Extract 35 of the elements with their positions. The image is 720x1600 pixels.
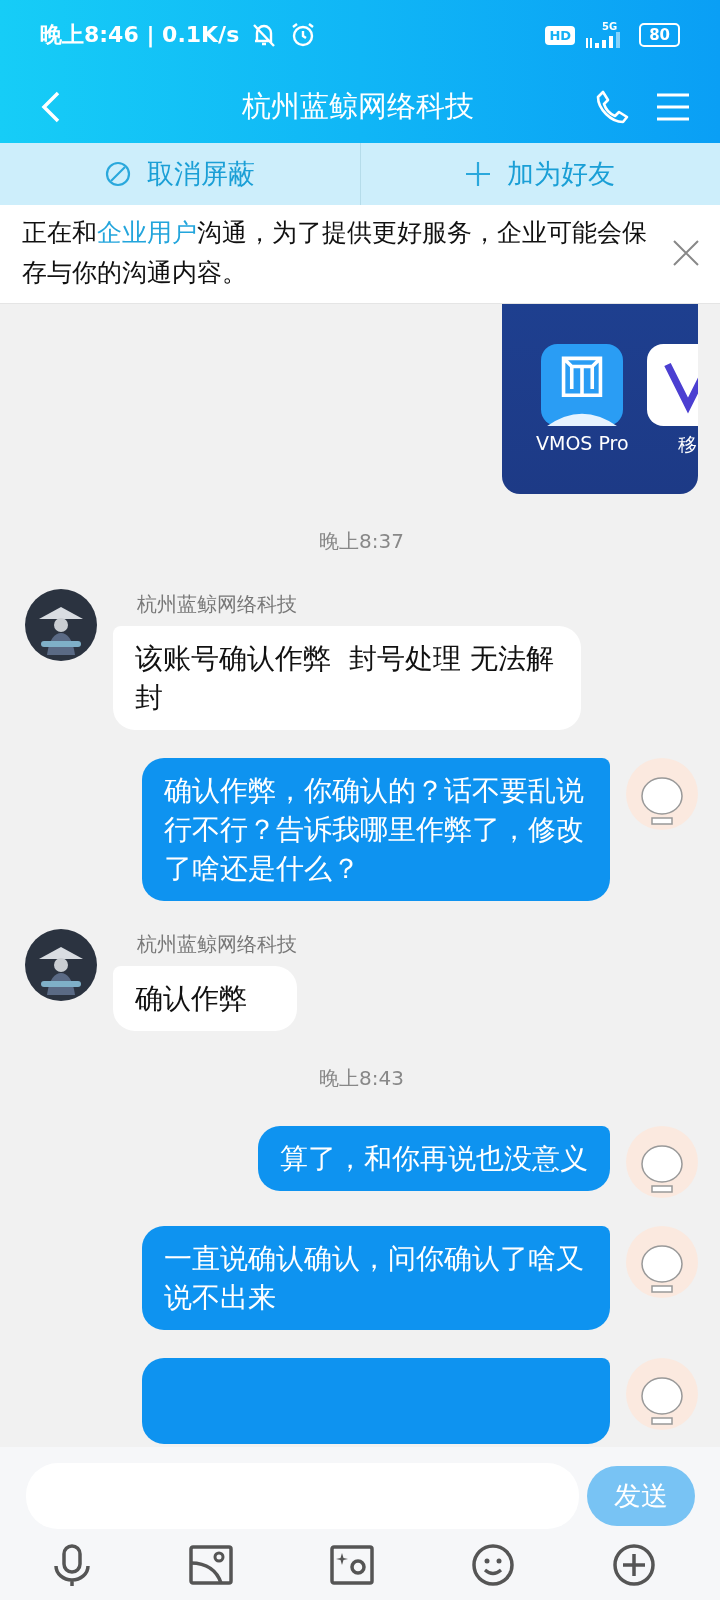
message-bubble: 一直说确认确认，问你确认了啥又说不出来 <box>142 1226 610 1330</box>
menu-icon[interactable] <box>656 91 690 122</box>
message-bubble: 确认作弊，你确认的？话不要乱说行不行？告诉我哪里作弊了，修改了啥还是什么？ <box>142 758 610 901</box>
image-icon[interactable] <box>189 1544 233 1585</box>
app-label: 移 <box>678 432 698 457</box>
back-icon[interactable] <box>40 89 62 124</box>
hd-badge: HD <box>545 25 576 45</box>
emoji-icon[interactable] <box>471 1542 515 1587</box>
camera-icon[interactable] <box>330 1544 374 1585</box>
add-icon[interactable] <box>612 1542 656 1587</box>
enterprise-user-link[interactable]: 企业用户 <box>97 218 197 247</box>
app-icon <box>541 344 624 426</box>
network-label: 5G <box>601 22 618 32</box>
sender-name: 杭州蓝鲸网络科技 <box>137 591 298 618</box>
send-button[interactable]: 发送 <box>587 1466 695 1526</box>
timestamp: 晚上8:37 <box>319 528 404 555</box>
message-bubble: 算了，和你再说也没意义 <box>258 1126 610 1191</box>
status-time: 晚上8:46 | 0.1K/s <box>40 21 240 50</box>
phone-icon[interactable] <box>594 88 630 125</box>
chat-title: 杭州蓝鲸网络科技 <box>241 87 475 125</box>
screenshot-image[interactable]: VMOS Pro 移 <box>502 304 698 494</box>
app-label: VMOS Pro <box>536 432 629 454</box>
message-bubble: 确认作弊 <box>113 966 297 1031</box>
microphone-icon[interactable] <box>52 1543 92 1586</box>
sender-name: 杭州蓝鲸网络科技 <box>137 931 297 958</box>
close-icon[interactable] <box>672 239 700 267</box>
notice-text: 正在和企业用户沟通，为了提供更好服务，企业可能会保存与你的沟通内容。 <box>22 217 648 289</box>
battery-indicator: 80 <box>639 23 680 47</box>
avatar[interactable] <box>25 589 97 661</box>
message-bubble: 该账号确认作弊 封号处理 无法解封 <box>113 626 581 730</box>
unblock-button[interactable]: 取消屏蔽 <box>0 143 360 205</box>
plus-icon <box>465 161 492 187</box>
timestamp: 晚上8:43 <box>319 1065 404 1092</box>
block-icon <box>104 161 131 187</box>
avatar[interactable] <box>25 929 97 1001</box>
